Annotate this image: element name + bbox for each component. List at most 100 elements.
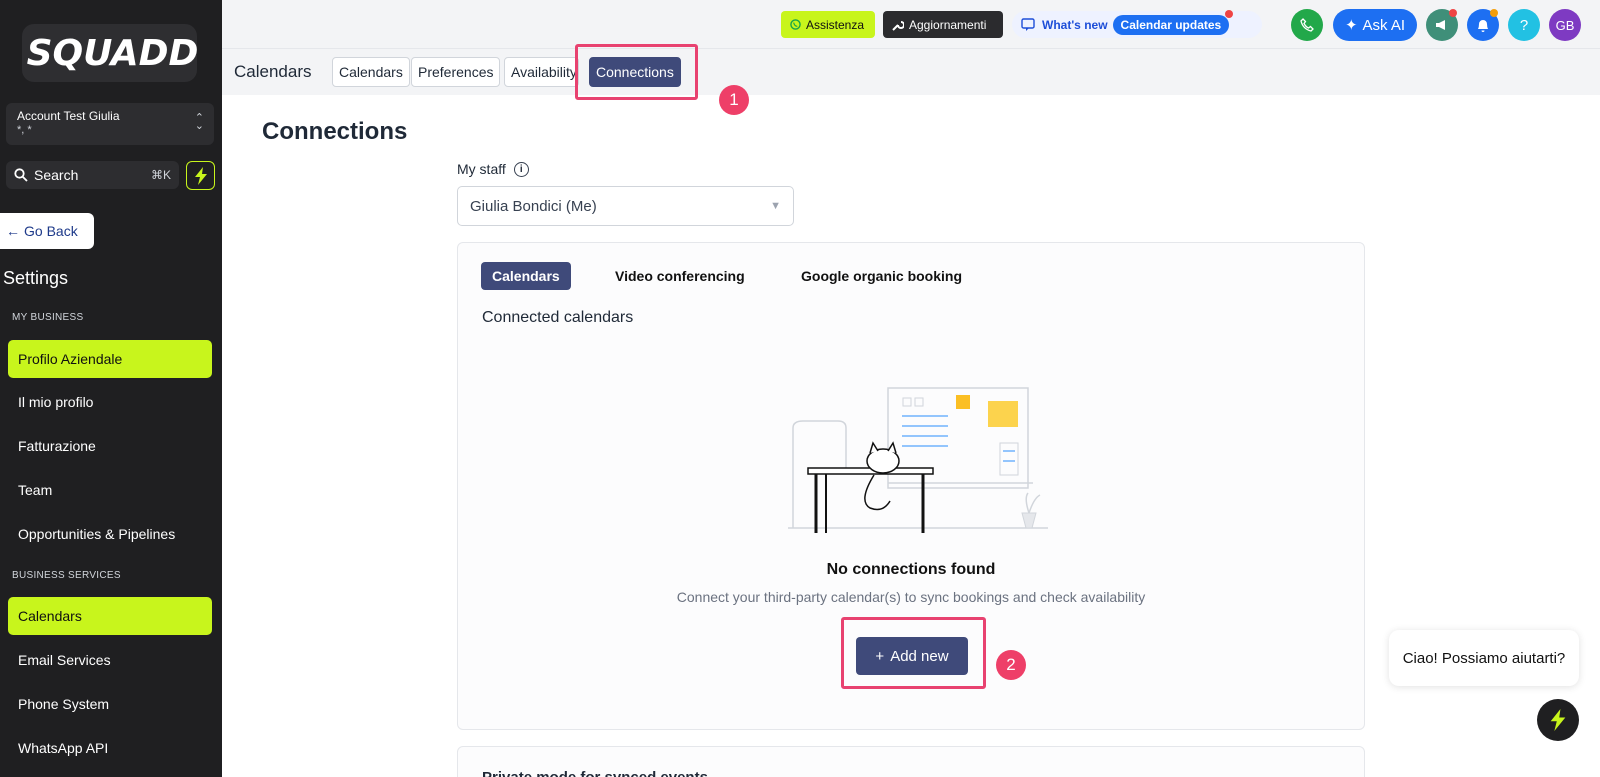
megaphone-icon: [1436, 20, 1445, 30]
settings-title: Settings: [3, 268, 69, 288]
phone-icon: [1300, 18, 1314, 32]
sidebar-item-label: Phone System: [18, 696, 110, 712]
search-label: Search: [34, 167, 79, 183]
highlight-connections-tab: [575, 44, 698, 100]
sparkle-icon: ✦: [1344, 17, 1358, 34]
sidebar-item-whatsapp-api[interactable]: WhatsApp API: [8, 729, 212, 767]
tab-google-organic-booking[interactable]: Google organic booking: [790, 262, 973, 290]
account-switcher[interactable]: Account Test Giulia *, * ⌃ ⌄: [6, 103, 214, 145]
sidebar-item-label: Email Services: [18, 652, 111, 668]
sidebar-item-phone-system[interactable]: Phone System: [8, 685, 212, 723]
bolt-icon: [1550, 709, 1566, 731]
calendars-subnav: Calendars Calendars Preferences Availabi…: [222, 49, 1600, 95]
staff-select[interactable]: Giulia Bondici (Me) ▼: [457, 186, 794, 226]
step-badge-2: 2: [996, 650, 1026, 680]
sidebar-item-opportunities[interactable]: Opportunities & Pipelines: [8, 515, 212, 553]
help-icon: ?: [1519, 16, 1529, 34]
go-back-label: Go Back: [24, 223, 78, 239]
staff-label: My staff: [457, 161, 506, 177]
empty-state-description: Connect your third-party calendar(s) to …: [676, 589, 1146, 605]
section-my-business: MY BUSINESS: [12, 312, 84, 323]
sidebar-item-il-mio-profilo[interactable]: Il mio profilo: [8, 383, 212, 421]
ask-ai-label: Ask AI: [1362, 16, 1406, 34]
sidebar-item-label: Fatturazione: [18, 438, 96, 454]
whats-new-button[interactable]: What's new Calendar updates: [1012, 9, 1262, 38]
bell-icon: [1478, 19, 1488, 32]
tab-availability[interactable]: Availability: [504, 57, 579, 87]
sidebar: SQUADD Account Test Giulia *, * ⌃ ⌄ Searc…: [0, 0, 222, 777]
phone-button[interactable]: [1291, 9, 1323, 41]
notification-dot: [1225, 9, 1234, 18]
calendar-updates-label: Calendar updates: [1120, 17, 1222, 32]
sidebar-item-calendars[interactable]: Calendars: [8, 597, 212, 635]
search-shortcut: ⌘K: [150, 168, 171, 182]
tab-calendars-inner[interactable]: Calendars: [481, 262, 571, 290]
empty-state-illustration: [788, 387, 1048, 533]
tab-label: Calendars: [492, 268, 560, 284]
notification-dot: [1490, 9, 1498, 17]
sidebar-item-label: Opportunities & Pipelines: [18, 526, 176, 542]
account-name: Account Test Giulia: [17, 109, 120, 123]
subnav-title: Calendars: [234, 62, 312, 81]
tab-label: Google organic booking: [801, 268, 962, 284]
whats-new-label: What's new: [1042, 17, 1108, 32]
megaphone-button[interactable]: [1426, 9, 1458, 41]
quick-actions-button[interactable]: [186, 161, 215, 190]
top-bar: Assistenza Aggiornamenti What's new Cale…: [222, 0, 1600, 49]
sidebar-item-label: Team: [18, 482, 53, 498]
calendar-updates-badge[interactable]: Calendar updates: [1112, 9, 1234, 35]
tab-calendars[interactable]: Calendars: [332, 57, 410, 87]
arrow-left-icon: ←: [6, 223, 20, 239]
sidebar-item-label: Calendars: [18, 608, 82, 624]
section-business-services: BUSINESS SERVICES: [12, 570, 121, 581]
chat-launcher-button[interactable]: [1537, 699, 1579, 741]
notifications-button[interactable]: [1467, 9, 1499, 41]
empty-state-title: No connections found: [826, 561, 996, 578]
aggiornamenti-button[interactable]: Aggiornamenti: [883, 11, 1003, 38]
wrench-icon: [892, 20, 904, 31]
logo-text: SQUADD: [26, 32, 199, 74]
sidebar-item-team[interactable]: Team: [8, 471, 212, 509]
logo[interactable]: SQUADD: [22, 24, 199, 82]
sidebar-item-label: Il mio profilo: [18, 394, 94, 410]
staff-select-value: Giulia Bondici (Me): [470, 197, 597, 215]
search-icon: [14, 168, 28, 182]
help-button[interactable]: ?: [1508, 9, 1540, 41]
connected-calendars-heading: Connected calendars: [482, 309, 634, 326]
ask-ai-button[interactable]: ✦ Ask AI: [1333, 9, 1417, 41]
staff-label-row: My staff i: [457, 161, 529, 177]
sidebar-item-email-services[interactable]: Email Services: [8, 641, 212, 679]
avatar[interactable]: GB: [1549, 9, 1581, 41]
go-back-button[interactable]: ← Go Back: [0, 213, 94, 249]
account-sub: *, *: [17, 124, 32, 136]
highlight-add-new: [841, 617, 986, 689]
step-badge-1: 1: [719, 85, 749, 115]
assistenza-label: Assistenza: [806, 17, 865, 32]
private-mode-title: Private mode for synced events: [482, 769, 708, 777]
aggiornamenti-label: Aggiornamenti: [909, 17, 987, 32]
tab-label: Availability: [511, 64, 577, 80]
private-mode-card: Private mode for synced events: [457, 746, 1365, 777]
avatar-initials: GB: [1555, 17, 1575, 33]
notification-dot: [1449, 9, 1457, 17]
tab-label: Calendars: [339, 64, 403, 80]
chevron-updown-icon: ⌃ ⌄: [194, 112, 204, 132]
page-title: Connections: [262, 118, 408, 145]
sidebar-item-label: WhatsApp API: [18, 740, 109, 756]
chevron-down-icon: ▼: [770, 200, 781, 212]
sidebar-item-label: Profilo Aziendale: [18, 351, 123, 367]
search-box[interactable]: Search ⌘K: [6, 161, 179, 189]
tab-preferences[interactable]: Preferences: [411, 57, 501, 87]
tab-video-conferencing[interactable]: Video conferencing: [604, 262, 756, 290]
chat-greeting-bubble[interactable]: Ciao! Possiamo aiutarti?: [1389, 630, 1579, 686]
chat-greeting-text: Ciao! Possiamo aiutarti?: [1402, 649, 1566, 667]
tab-label: Video conferencing: [615, 268, 745, 284]
bolt-icon: [194, 166, 207, 185]
sidebar-item-fatturazione[interactable]: Fatturazione: [8, 427, 212, 465]
announcement-icon: [1021, 17, 1035, 31]
info-icon[interactable]: i: [513, 161, 529, 177]
whatsapp-icon: [790, 19, 801, 30]
assistenza-button[interactable]: Assistenza: [781, 11, 875, 38]
sidebar-item-profilo-aziendale[interactable]: Profilo Aziendale: [8, 340, 212, 378]
tab-label: Preferences: [418, 64, 494, 80]
